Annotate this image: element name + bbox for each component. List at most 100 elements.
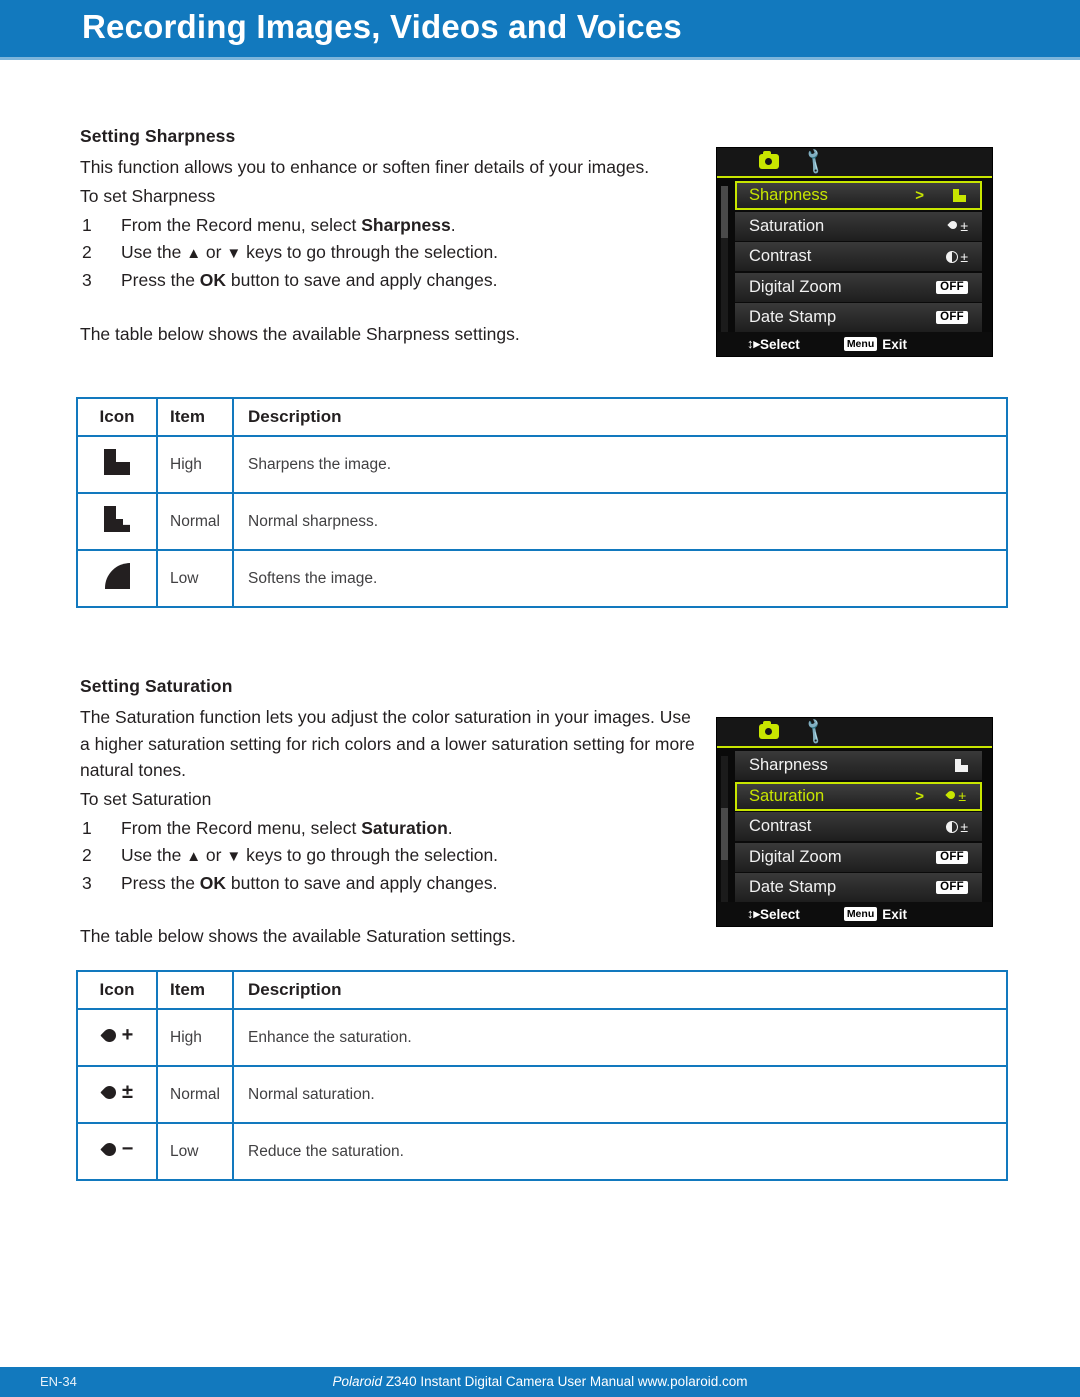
droplet-icon <box>101 1026 117 1045</box>
lcd-row-value: OFF <box>936 280 968 294</box>
lcd-scrollbar-track[interactable] <box>721 186 728 346</box>
table-row: ± Normal Normal saturation. <box>76 1065 1008 1124</box>
lcd-row-label: Digital Zoom <box>749 847 842 866</box>
lcd-menu-rows: Sharpness Saturation > ± Contrast ± Digi… <box>735 751 982 904</box>
saturation-heading: Setting Saturation <box>80 676 233 696</box>
lcd-scrollbar-track[interactable] <box>721 756 728 916</box>
lcd-exit-hint: Exit <box>882 906 907 922</box>
saturation-step-1: 1 From the Record menu, select Saturatio… <box>80 815 705 842</box>
chevron-right-icon: > <box>915 187 924 204</box>
lcd-row-date-stamp[interactable]: Date Stamp OFF <box>735 303 982 332</box>
lcd-row-value: ± <box>946 788 966 804</box>
lcd-menu-rows: Sharpness > Saturation ± Contrast ± Digi… <box>735 181 982 334</box>
sharpness-normal-icon <box>104 506 130 532</box>
item-label: High <box>156 1008 234 1067</box>
sharpness-low-icon-cell <box>76 549 158 608</box>
menu-key-badge: Menu <box>843 907 878 921</box>
step-bold-term: Saturation <box>361 818 448 838</box>
lcd-row-label: Date Stamp <box>749 308 837 326</box>
sharpness-normal-icon-cell <box>76 492 158 551</box>
saturation-high-icon-cell: + <box>76 1008 158 1067</box>
droplet-icon <box>101 1140 117 1159</box>
wrench-icon: 🔧 <box>799 717 830 746</box>
lcd-row-value-text: ± <box>958 788 966 804</box>
lcd-row-contrast[interactable]: Contrast ± <box>735 812 982 841</box>
lcd-scrollbar-thumb[interactable] <box>721 808 728 860</box>
step-text-after: keys to go through the selection. <box>241 242 499 262</box>
saturation-menu-screenshot: 🔧 Sharpness Saturation > ± Contrast ± Di… <box>716 717 993 927</box>
sharpness-to-set-label: To set Sharpness <box>80 185 216 206</box>
lcd-row-label: Contrast <box>749 247 812 265</box>
off-badge: OFF <box>936 280 968 294</box>
sharpness-steps-list: 1 From the Record menu, select Sharpness… <box>80 212 700 294</box>
wrench-icon: 🔧 <box>799 147 830 176</box>
table-row: High Sharpens the image. <box>76 435 1008 494</box>
step-number: 2 <box>82 845 92 865</box>
lcd-exit-hint: Exit <box>882 336 907 352</box>
table-row: Low Softens the image. <box>76 549 1008 608</box>
item-label: Normal <box>156 1065 234 1124</box>
step-number: 1 <box>82 215 92 235</box>
description-text: Normal saturation. <box>232 1065 1008 1124</box>
lcd-row-value-text: ± <box>960 218 968 234</box>
up-down-arrow-icon: ↕▸ <box>747 336 761 351</box>
step-number: 1 <box>82 818 92 838</box>
step-text-after: keys to go through the selection. <box>241 845 499 865</box>
step-text-before: Press the <box>121 873 200 893</box>
sharpness-menu-screenshot: 🔧 Sharpness > Saturation ± Contrast ± Di… <box>716 147 993 357</box>
sharpness-table-note: The table below shows the available Shar… <box>80 324 520 344</box>
step-number: 3 <box>82 873 92 893</box>
lcd-row-value <box>955 759 968 772</box>
plus-sign: + <box>121 1023 134 1046</box>
step-text-before: Use the <box>121 242 187 262</box>
step-text-before: Use the <box>121 845 187 865</box>
lcd-row-value: ± <box>946 249 968 265</box>
lcd-row-sharpness[interactable]: Sharpness <box>735 751 982 780</box>
minus-sign: − <box>121 1137 134 1160</box>
lcd-row-sharpness[interactable]: Sharpness > <box>735 181 982 210</box>
lcd-row-date-stamp[interactable]: Date Stamp OFF <box>735 873 982 902</box>
description-text: Reduce the saturation. <box>232 1122 1008 1181</box>
lcd-select-hint: Select <box>760 906 800 922</box>
lcd-row-value-text: ± <box>960 248 968 265</box>
lcd-footer-hints: ↕▸ Select Menu Exit <box>717 902 992 926</box>
lcd-row-value: OFF <box>936 881 968 894</box>
off-badge: OFF <box>936 850 968 864</box>
header-underline-divider <box>0 57 1080 60</box>
lcd-row-label: Date Stamp <box>749 878 837 896</box>
saturation-normal-icon-cell: ± <box>76 1065 158 1124</box>
header-item: Item <box>156 970 234 1010</box>
header-icon: Icon <box>76 397 158 437</box>
down-triangle-icon: ▼ <box>226 245 242 262</box>
lcd-row-digital-zoom[interactable]: Digital Zoom OFF <box>735 272 982 302</box>
step-text-after: . <box>447 818 453 838</box>
lcd-row-label: Digital Zoom <box>749 277 842 296</box>
lcd-row-contrast[interactable]: Contrast ± <box>735 242 982 271</box>
contrast-circle-icon <box>946 820 959 833</box>
header-description: Description <box>232 397 1008 437</box>
step-or-word: or <box>201 242 226 262</box>
item-label: Low <box>156 549 234 608</box>
lcd-row-saturation[interactable]: Saturation ± <box>735 211 982 241</box>
lcd-row-digital-zoom[interactable]: Digital Zoom OFF <box>735 842 982 872</box>
up-triangle-icon: ▲ <box>186 245 202 262</box>
off-badge: OFF <box>936 881 968 894</box>
header-item: Item <box>156 397 234 437</box>
sharpness-high-icon-cell <box>76 435 158 494</box>
description-text: Enhance the saturation. <box>232 1008 1008 1067</box>
saturation-step-3: 3 Press the OK button to save and apply … <box>80 870 705 897</box>
saturation-to-set-label: To set Saturation <box>80 788 212 809</box>
step-bold-term: Sharpness <box>361 215 451 235</box>
sharpness-glyph-icon <box>955 759 968 772</box>
step-bold-term: OK <box>199 270 227 290</box>
lcd-row-value <box>953 189 966 202</box>
step-text-after: button to save and apply changes. <box>226 873 498 893</box>
camera-icon <box>759 721 779 739</box>
saturation-table-note: The table below shows the available Satu… <box>80 926 516 946</box>
lcd-scrollbar-thumb[interactable] <box>721 186 728 238</box>
sharpness-high-icon <box>104 449 130 475</box>
page-footer-bar: EN-34 Polaroid Z340 Instant Digital Came… <box>0 1367 1080 1397</box>
brand-name: Polaroid <box>332 1374 383 1389</box>
lcd-row-saturation[interactable]: Saturation > ± <box>735 781 982 811</box>
sharpness-step-1: 1 From the Record menu, select Sharpness… <box>80 212 700 239</box>
